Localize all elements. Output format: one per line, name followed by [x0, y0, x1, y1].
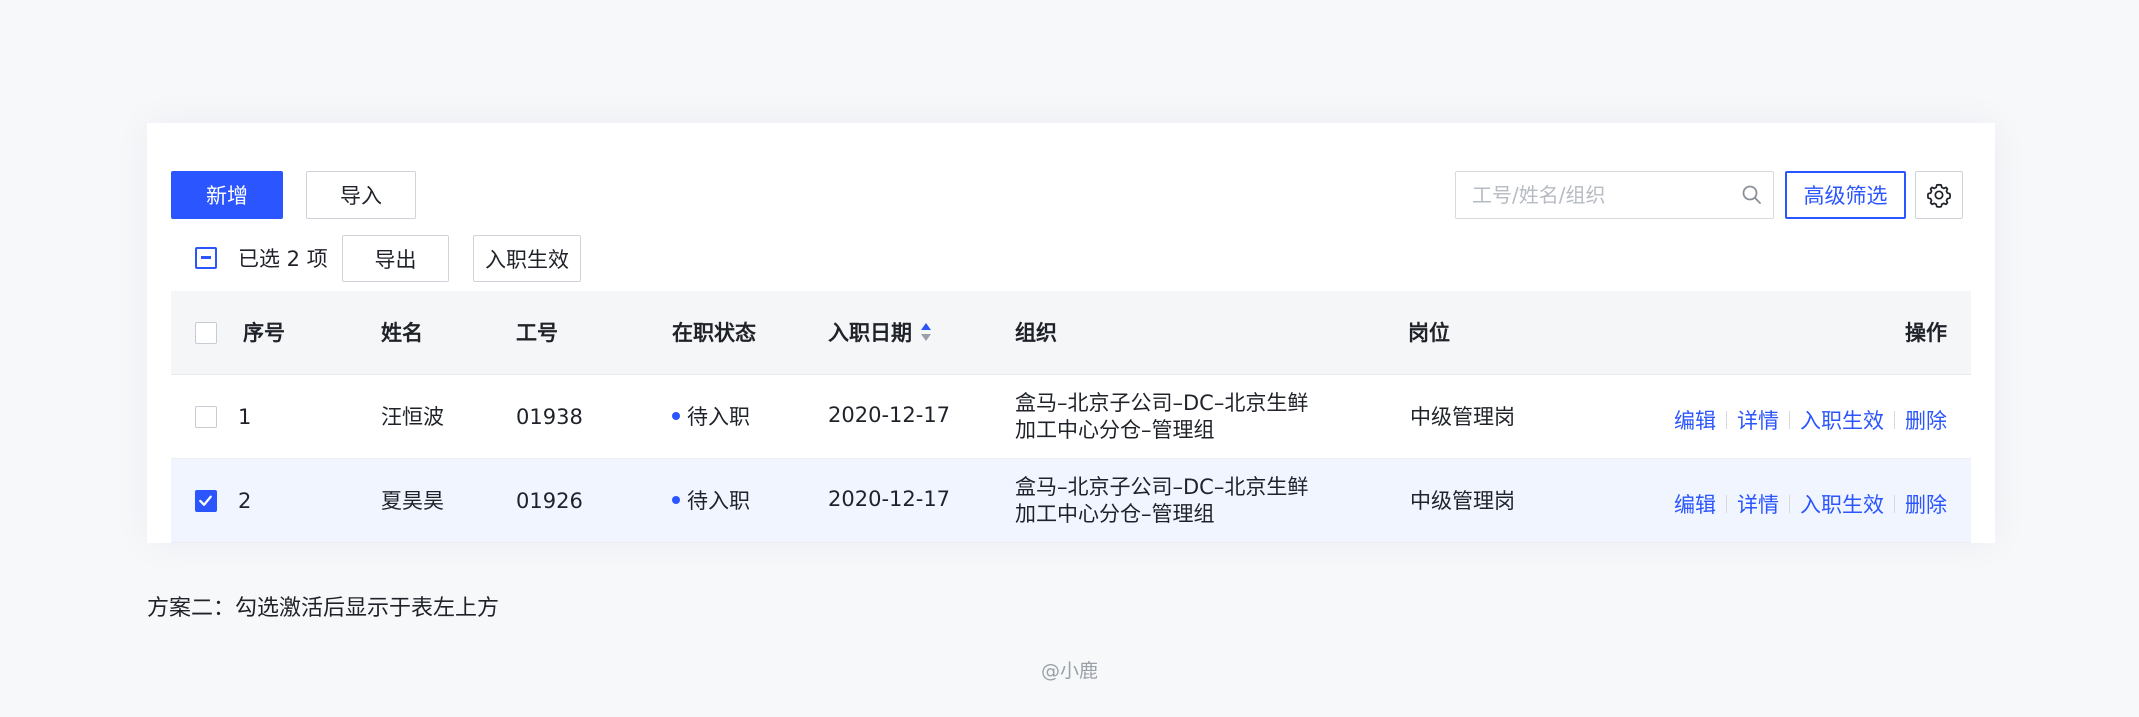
search-input[interactable] — [1472, 172, 1732, 217]
column-header-index: 序号 — [243, 321, 285, 345]
search-icon[interactable] — [1741, 184, 1763, 206]
row-index: 1 — [238, 405, 252, 429]
row-org-line1: 盒马–北京子公司–DC–北京生鲜 — [1015, 475, 1309, 499]
row-name: 夏昊昊 — [381, 489, 444, 513]
delete-link[interactable]: 删除 — [1905, 489, 1947, 519]
divider — [1789, 411, 1790, 429]
row-org-line2: 加工中心分仓–管理组 — [1015, 502, 1215, 526]
row-org-line2: 加工中心分仓–管理组 — [1015, 418, 1215, 442]
row-org: 盒马–北京子公司–DC–北京生鲜 加工中心分仓–管理组 — [1015, 390, 1345, 444]
row-status: 待入职 — [672, 489, 750, 513]
row-date: 2020-12-17 — [828, 403, 951, 427]
table-card: 新增 导入 高级筛选 已选 2 项 导出 入职生效 序号 姓名 工号 在职状态 — [147, 123, 1995, 543]
checkmark-icon — [199, 495, 212, 506]
edit-link[interactable]: 编辑 — [1674, 405, 1716, 435]
edit-link[interactable]: 编辑 — [1674, 489, 1716, 519]
settings-button[interactable] — [1915, 171, 1963, 219]
row-checkbox[interactable] — [195, 490, 217, 512]
row-position: 中级管理岗 — [1410, 405, 1515, 429]
column-header-position: 岗位 — [1408, 321, 1450, 345]
detail-link[interactable]: 详情 — [1737, 489, 1779, 519]
row-id: 01926 — [516, 489, 583, 513]
table-row[interactable]: 1 汪恒波 01938 待入职 2020-12-17 盒马–北京子公司–DC–北… — [171, 375, 1971, 459]
status-dot — [672, 496, 680, 504]
delete-link[interactable]: 删除 — [1905, 405, 1947, 435]
row-checkbox[interactable] — [195, 406, 217, 428]
column-header-date[interactable]: 入职日期 — [828, 321, 912, 345]
row-org: 盒马–北京子公司–DC–北京生鲜 加工中心分仓–管理组 — [1015, 474, 1345, 528]
column-header-ops: 操作 — [1905, 321, 1947, 345]
advanced-filter-button[interactable]: 高级筛选 — [1785, 171, 1906, 219]
search-box[interactable] — [1455, 171, 1774, 219]
column-header-org: 组织 — [1015, 321, 1057, 345]
row-org-line1: 盒马–北京子公司–DC–北京生鲜 — [1015, 391, 1309, 415]
column-header-id: 工号 — [516, 321, 558, 345]
detail-link[interactable]: 详情 — [1737, 405, 1779, 435]
divider — [1726, 495, 1727, 513]
row-id: 01938 — [516, 405, 583, 429]
row-actions: 编辑 详情 入职生效 删除 — [1674, 489, 1947, 519]
export-button[interactable]: 导出 — [342, 235, 449, 282]
gear-icon — [1926, 182, 1952, 208]
divider — [1894, 495, 1895, 513]
activate-link[interactable]: 入职生效 — [1800, 405, 1884, 435]
row-date: 2020-12-17 — [828, 487, 951, 511]
divider — [1726, 411, 1727, 429]
batch-activate-button[interactable]: 入职生效 — [473, 235, 581, 282]
activate-link[interactable]: 入职生效 — [1800, 489, 1884, 519]
divider — [1789, 495, 1790, 513]
row-actions: 编辑 详情 入职生效 删除 — [1674, 405, 1947, 435]
row-status: 待入职 — [672, 405, 750, 429]
column-header-date-wrap[interactable]: 入职日期 — [828, 321, 932, 345]
row-index: 2 — [238, 489, 252, 513]
column-header-name: 姓名 — [381, 321, 423, 345]
header-checkbox[interactable] — [195, 322, 217, 344]
column-header-status: 在职状态 — [672, 321, 756, 345]
row-name: 汪恒波 — [381, 405, 444, 429]
import-button[interactable]: 导入 — [306, 171, 416, 219]
add-button[interactable]: 新增 — [171, 171, 283, 219]
table-row[interactable]: 2 夏昊昊 01926 待入职 2020-12-17 盒马–北京子公司–DC–北… — [171, 459, 1971, 543]
status-dot — [672, 412, 680, 420]
divider — [1894, 411, 1895, 429]
row-position: 中级管理岗 — [1410, 489, 1515, 513]
row-status-text: 待入职 — [687, 405, 750, 429]
selected-count-text: 已选 2 项 — [238, 247, 328, 271]
select-all-indeterminate-checkbox[interactable] — [195, 247, 217, 269]
table-header: 序号 姓名 工号 在职状态 入职日期 组织 岗位 操作 — [171, 291, 1971, 375]
author-credit: @小鹿 — [1040, 660, 1098, 682]
sort-icon[interactable] — [920, 321, 932, 343]
caption-text: 方案二：勾选激活后显示于表左上方 — [147, 596, 500, 621]
row-status-text: 待入职 — [687, 489, 750, 513]
